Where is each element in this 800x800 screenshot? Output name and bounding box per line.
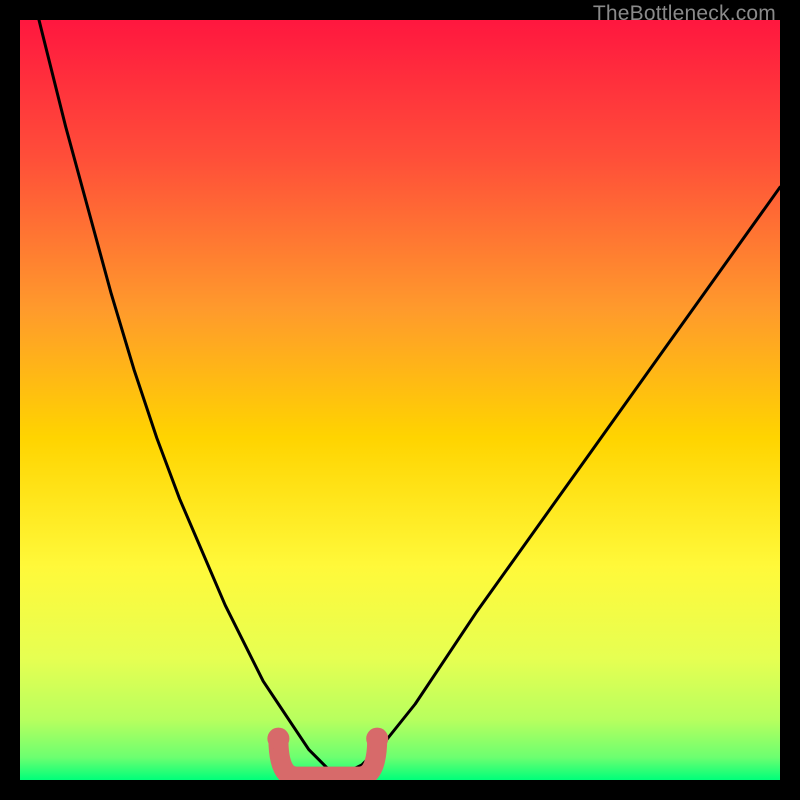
gradient-background: [20, 20, 780, 780]
chart-svg: [20, 20, 780, 780]
optimal-zone-dot-left: [267, 728, 289, 750]
chart-plot-area: [20, 20, 780, 780]
optimal-zone-dot-right: [366, 728, 388, 750]
chart-frame: TheBottleneck.com: [0, 0, 800, 800]
watermark-text: TheBottleneck.com: [593, 2, 776, 26]
